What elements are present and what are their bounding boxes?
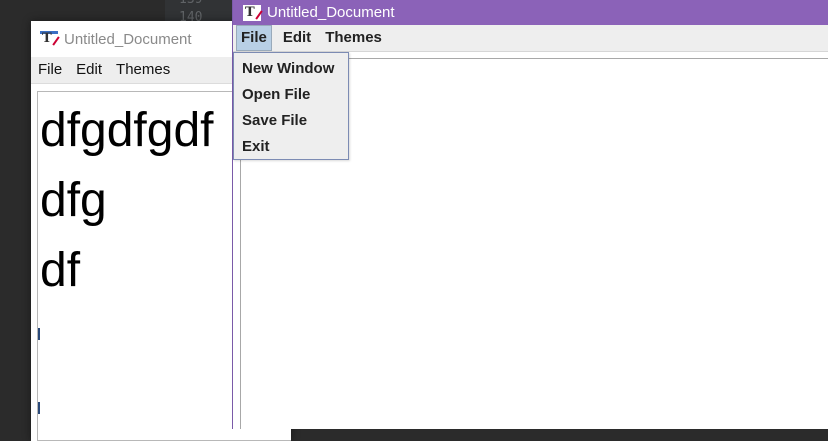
menu-edit[interactable]: Edit [73, 58, 105, 82]
menu-item-save-file[interactable]: Save File [234, 108, 348, 134]
menu-file[interactable]: File [236, 25, 272, 51]
menu-item-new-window[interactable]: New Window [234, 56, 348, 82]
text-caret-mark [38, 402, 40, 414]
front-window-title: Untitled_Document [267, 4, 395, 21]
front-window-menubar: File Edit Themes [233, 25, 828, 52]
menu-item-exit[interactable]: Exit [234, 134, 348, 160]
menu-item-open-file[interactable]: Open File [234, 82, 348, 108]
back-window-title: Untitled_Document [64, 30, 192, 48]
file-menu-dropdown: New Window Open File Save File Exit [233, 52, 349, 160]
menu-themes[interactable]: Themes [113, 58, 173, 82]
front-window-titlebar[interactable]: Untitled_Document [233, 0, 828, 25]
menu-edit[interactable]: Edit [280, 26, 314, 50]
menu-themes[interactable]: Themes [322, 26, 385, 50]
line-number: 139 [179, 0, 202, 7]
text-caret-mark [38, 328, 40, 340]
app-icon [243, 4, 261, 21]
menu-file[interactable]: File [35, 58, 65, 82]
app-icon [40, 31, 58, 47]
